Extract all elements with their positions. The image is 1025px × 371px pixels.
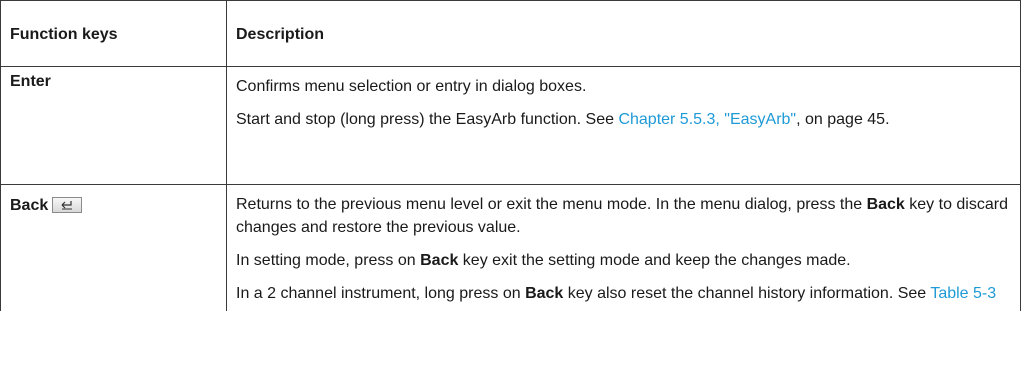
key-name-enter: Enter [0, 66, 227, 185]
back-desc-1-bold: Back [866, 196, 905, 213]
header-description: Description [226, 0, 1021, 67]
enter-desc-text: Start and stop (long press) the EasyArb … [236, 111, 619, 128]
back-desc-3-bold: Back [525, 285, 564, 302]
back-desc-3-after: key also reset the channel history infor… [563, 285, 931, 302]
table-5-3-link[interactable]: Table 5-3 [930, 285, 996, 302]
back-desc-2-after: key exit the setting mode and keep the c… [458, 252, 851, 269]
enter-desc-paragraph-1: Confirms menu selection or entry in dial… [236, 78, 587, 95]
header-function-keys: Function keys [0, 0, 227, 67]
key-name-back: Back [0, 184, 227, 311]
table-row-back: Back Returns to the previous menu level … [0, 184, 1021, 311]
description-back: Returns to the previous menu level or ex… [226, 184, 1021, 311]
table-header-row: Function keys Description [0, 0, 1021, 67]
back-desc-paragraph-3: In a 2 channel instrument, long press on… [236, 282, 1010, 305]
enter-desc-paragraph-2: Start and stop (long press) the EasyArb … [236, 108, 1010, 131]
back-desc-paragraph-1: Returns to the previous menu level or ex… [236, 193, 1010, 239]
back-key-icon [52, 197, 83, 213]
easyarb-chapter-link[interactable]: Chapter 5.5.3, "EasyArb" [618, 111, 796, 128]
description-enter: Confirms menu selection or entry in dial… [226, 66, 1021, 185]
function-keys-table-container: Function keys Description Enter Confirms… [0, 0, 1021, 311]
enter-desc-text-after: , on page 45. [796, 111, 890, 128]
back-desc-2-before: In setting mode, press on [236, 252, 421, 269]
back-desc-1-before: Returns to the previous menu level or ex… [236, 196, 867, 213]
key-name-back-label: Back [10, 197, 49, 214]
table-row-enter: Enter Confirms menu selection or entry i… [0, 66, 1021, 185]
back-desc-2-bold: Back [420, 252, 459, 269]
back-desc-paragraph-2: In setting mode, press on Back key exit … [236, 249, 1010, 272]
function-keys-table: Function keys Description Enter Confirms… [0, 0, 1021, 311]
back-desc-3-before: In a 2 channel instrument, long press on [236, 285, 526, 302]
